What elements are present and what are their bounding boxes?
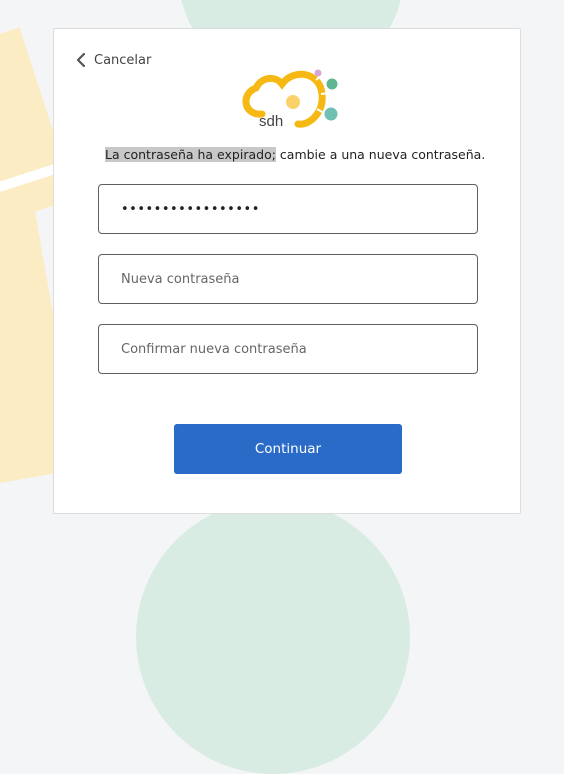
message-rest: cambie a una nueva contraseña. <box>275 147 486 162</box>
logo-text: sdh <box>259 113 283 130</box>
background-circle-bottom <box>136 500 410 774</box>
sdh-logo: sdh <box>242 69 338 130</box>
password-expired-card: Cancelar sdh La contraseña ha expirado; … <box>53 28 521 514</box>
expired-message: La contraseña ha expirado; cambie a una … <box>105 147 485 162</box>
confirm-password-input[interactable] <box>99 325 477 373</box>
cancel-label: Cancelar <box>94 52 152 68</box>
new-password-field <box>98 254 478 304</box>
confirm-password-field <box>98 324 478 374</box>
message-highlight: La contraseña ha expirado; <box>105 147 276 162</box>
current-password-field <box>98 184 478 234</box>
continue-button[interactable]: Continuar <box>174 424 402 474</box>
new-password-input[interactable] <box>99 255 477 303</box>
chevron-left-icon <box>76 52 86 68</box>
current-password-input[interactable] <box>99 185 477 233</box>
cancel-link[interactable]: Cancelar <box>76 52 151 68</box>
